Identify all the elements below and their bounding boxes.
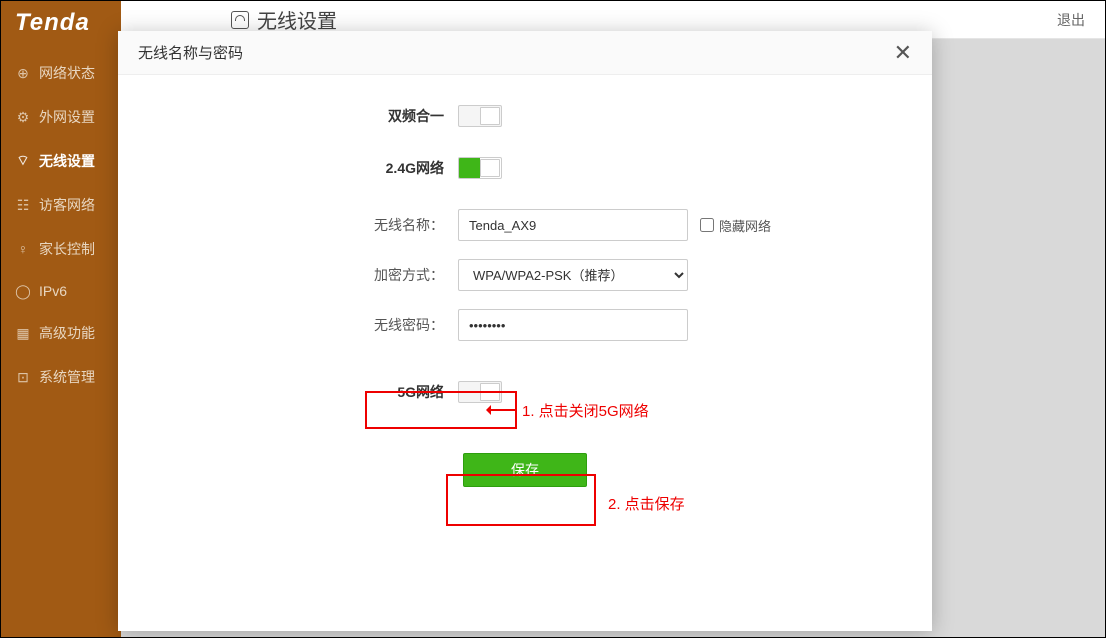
sidebar-item-advanced[interactable]: ▦ 高级功能 [1,311,121,355]
row-encryption: 加密方式： WPA/WPA2-PSK（推荐） [158,259,892,291]
sidebar-item-network-status[interactable]: ⊕ 网络状态 [1,51,121,95]
header-title-wrap: 无线设置 [231,5,337,34]
ssid-input[interactable] [458,209,688,241]
sidebar-item-wan-settings[interactable]: ⚙ 外网设置 [1,95,121,139]
gear-icon: ⚙ [15,109,31,125]
label-encryption: 加密方式： [158,265,458,285]
toggle-24g[interactable] [458,157,502,179]
encryption-select[interactable]: WPA/WPA2-PSK（推荐） [458,259,688,291]
toggle-dual-band[interactable] [458,105,502,127]
ipv6-icon: ◯ [15,283,31,299]
toggle-5g[interactable] [458,381,502,403]
sidebar-item-label: 高级功能 [39,323,95,343]
hide-network-label: 隐藏网络 [719,216,771,235]
hide-network-checkbox[interactable] [700,218,714,232]
wireless-name-password-modal: 无线名称与密码 ✕ 双频合一 2.4G网络 无线名称： 隐藏网络 [118,31,932,631]
wifi-icon: ⌔ [15,153,31,169]
annotation-text-2: 2. 点击保存 [608,493,685,514]
sidebar-item-label: 家长控制 [39,239,95,259]
sidebar: Tenda ⊕ 网络状态 ⚙ 外网设置 ⌔ 无线设置 ☷ 访客网络 ♀ 家长控制… [1,1,121,637]
sidebar-item-label: 网络状态 [39,63,95,83]
monitor-icon: ⊡ [15,369,31,385]
modal-title: 无线名称与密码 [138,42,243,63]
sidebar-item-label: 无线设置 [39,151,95,171]
sidebar-item-parental-control[interactable]: ♀ 家长控制 [1,227,121,271]
annotation-arrow-1 [487,409,515,411]
sidebar-item-ipv6[interactable]: ◯ IPv6 [1,271,121,311]
label-password: 无线密码： [158,315,458,335]
save-button[interactable]: 保存 [463,453,587,487]
annotation-text-1: 1. 点击关闭5G网络 [522,400,649,421]
sidebar-item-label: 访客网络 [39,195,95,215]
sidebar-item-system[interactable]: ⊡ 系统管理 [1,355,121,399]
sidebar-item-label: 系统管理 [39,367,95,387]
wireless-header-icon [231,11,249,29]
label-24g: 2.4G网络 [158,158,458,178]
page-title: 无线设置 [257,5,337,34]
parent-icon: ♀ [15,241,31,257]
row-dual-band: 双频合一 [158,105,892,127]
sidebar-item-label: 外网设置 [39,107,95,127]
hide-network-checkbox-wrap[interactable]: 隐藏网络 [700,216,771,235]
password-input[interactable] [458,309,688,341]
label-dual-band: 双频合一 [158,106,458,126]
users-icon: ☷ [15,197,31,213]
exit-link[interactable]: 退出 [1057,10,1085,30]
row-password: 无线密码： [158,309,892,341]
modal-header: 无线名称与密码 ✕ [118,31,932,75]
sidebar-item-guest-network[interactable]: ☷ 访客网络 [1,183,121,227]
label-5g: 5G网络 [158,382,458,402]
label-ssid: 无线名称： [158,215,458,235]
brand-logo: Tenda [1,1,121,51]
row-24g: 2.4G网络 [158,157,892,179]
globe-icon: ⊕ [15,65,31,81]
row-ssid: 无线名称： 隐藏网络 [158,209,892,241]
sidebar-item-wireless-settings[interactable]: ⌔ 无线设置 [1,139,121,183]
sidebar-item-label: IPv6 [39,283,67,299]
modal-body: 双频合一 2.4G网络 无线名称： 隐藏网络 加密方式： [118,75,932,517]
grid-icon: ▦ [15,325,31,341]
close-icon[interactable]: ✕ [894,40,912,66]
button-row: 保存 [158,453,892,487]
